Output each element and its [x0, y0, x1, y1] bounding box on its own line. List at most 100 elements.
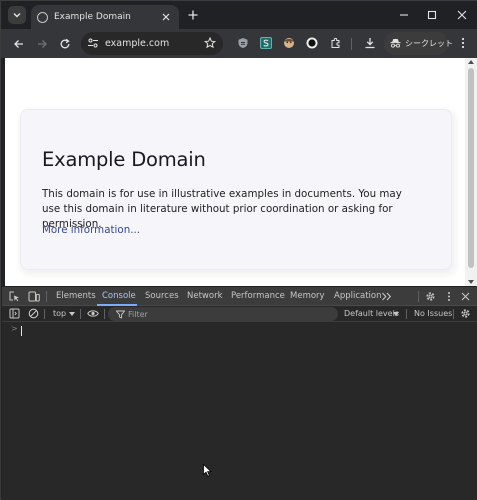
chevron-double-right-icon [382, 292, 392, 301]
devtools-divider [46, 291, 47, 302]
site-info-icon [88, 38, 98, 48]
record-icon [306, 37, 318, 49]
toolbar-divider [351, 38, 352, 50]
forward-button[interactable] [33, 35, 51, 53]
device-icon [28, 291, 40, 302]
close-icon [457, 10, 467, 20]
live-expression-button[interactable] [86, 307, 99, 320]
shield-icon [238, 38, 248, 48]
eye-icon [86, 310, 99, 317]
puzzle-icon [331, 37, 340, 48]
scroll-down-arrow[interactable] [468, 280, 474, 284]
dropdown-arrow-icon [69, 312, 75, 316]
console-toolbar: top Filter Default levels No Issues [2, 306, 477, 322]
devtools-close-button[interactable] [459, 290, 472, 303]
tab-elements[interactable]: Elements [56, 291, 96, 301]
block-icon [28, 308, 39, 319]
sidebar-icon [9, 308, 20, 319]
tab-strip: Example Domain [1, 1, 477, 29]
reload-button[interactable] [56, 35, 74, 53]
show-sidebar-button[interactable] [8, 307, 21, 320]
tab-sources[interactable]: Sources [145, 291, 179, 301]
gear-icon [461, 309, 470, 318]
more-vert-icon [461, 37, 465, 49]
arrow-right-icon [38, 40, 47, 48]
more-vert-icon [447, 292, 450, 301]
console-divider [406, 309, 407, 319]
tab-example-domain[interactable]: Example Domain [31, 5, 179, 29]
download-icon [365, 38, 375, 49]
extensions-button[interactable] [329, 36, 343, 50]
back-button[interactable] [10, 35, 28, 53]
scrollbar-thumb[interactable] [468, 68, 474, 268]
text-caret [21, 326, 22, 336]
extension-s-button[interactable] [259, 36, 273, 50]
window-close-button[interactable] [450, 5, 474, 25]
filter-placeholder: Filter [128, 309, 148, 319]
tab-application[interactable]: Application [334, 291, 382, 301]
context-selector[interactable]: top [53, 309, 66, 318]
inspect-element-button[interactable] [8, 290, 21, 303]
maximize-icon [427, 10, 437, 20]
address-bar[interactable]: example.com [81, 32, 223, 55]
close-icon [162, 13, 170, 21]
issues-button[interactable]: No Issues [414, 309, 452, 318]
dropdown-arrow-icon [393, 312, 399, 316]
extension-shield-button[interactable] [236, 36, 250, 50]
page-viewport: Example Domain This domain is for use in… [5, 58, 465, 286]
star-icon [204, 37, 216, 49]
scroll-up-arrow[interactable] [468, 60, 474, 64]
devtools-tab-bar: Elements Console Sources Network Perform… [2, 287, 477, 306]
new-tab-button[interactable] [185, 7, 201, 23]
extension-face-button[interactable] [282, 36, 296, 50]
tab-title: Example Domain [54, 12, 131, 22]
tab-search-button[interactable] [8, 6, 26, 24]
device-toolbar-button[interactable] [27, 290, 40, 303]
clear-console-button[interactable] [27, 307, 40, 320]
console-output[interactable]: > [2, 322, 477, 500]
minimize-icon [400, 14, 408, 16]
content-card: Example Domain This domain is for use in… [20, 109, 452, 270]
browser-window: Example Domain example.com シークレット Exampl… [0, 0, 477, 500]
download-button[interactable] [363, 36, 377, 50]
tab-console[interactable]: Console [102, 291, 136, 301]
tab-memory[interactable]: Memory [290, 291, 325, 301]
incognito-icon [390, 39, 401, 48]
face-icon [284, 38, 294, 48]
toolbar: example.com シークレット [1, 29, 477, 58]
maximize-button[interactable] [420, 5, 444, 25]
reload-icon [60, 38, 70, 49]
gear-icon [426, 292, 435, 301]
devtools-menu-button[interactable] [442, 290, 455, 303]
console-filter-input[interactable]: Filter [108, 307, 338, 321]
mouse-pointer-icon [203, 464, 212, 477]
page-scrollbar[interactable] [465, 58, 477, 286]
console-divider [104, 309, 105, 319]
menu-button[interactable] [456, 36, 470, 50]
more-tabs-button[interactable] [380, 290, 393, 303]
close-icon [461, 292, 470, 301]
plus-icon [188, 10, 198, 20]
filter-icon [116, 310, 125, 319]
tab-network[interactable]: Network [187, 291, 223, 301]
devtools-settings-button[interactable] [424, 290, 437, 303]
minimize-button[interactable] [392, 5, 416, 25]
s-logo-icon [260, 37, 272, 49]
console-prompt: > [11, 324, 18, 333]
more-information-link[interactable]: More information... [42, 224, 140, 236]
console-settings-button[interactable] [459, 307, 472, 320]
extension-circle-button[interactable] [305, 36, 319, 50]
bookmark-star-button[interactable] [203, 36, 217, 50]
console-divider [80, 309, 81, 319]
tab-performance[interactable]: Performance [231, 291, 285, 301]
incognito-indicator[interactable]: シークレット [384, 32, 453, 55]
page-heading: Example Domain [42, 148, 206, 171]
log-levels-dropdown[interactable]: Default levels [344, 309, 399, 318]
arrow-left-icon [14, 40, 23, 48]
inspect-icon [9, 291, 19, 302]
tab-close-button[interactable] [159, 10, 173, 24]
console-divider [44, 309, 45, 319]
console-divider [453, 309, 454, 319]
incognito-label: シークレット [405, 39, 453, 48]
devtools-panel: Elements Console Sources Network Perform… [2, 287, 477, 500]
